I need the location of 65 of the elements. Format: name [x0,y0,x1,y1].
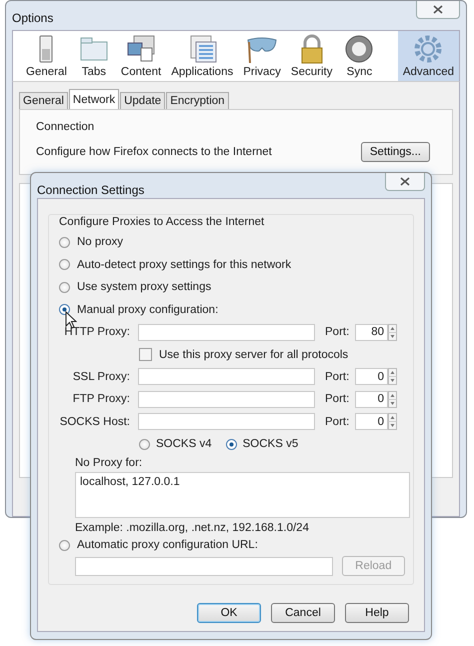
radio-option[interactable]: SOCKS v4 [139,438,212,450]
field-label: Port: [325,416,350,428]
toolbar-tab[interactable]: Content [116,31,166,81]
field-label: Port: [325,370,350,383]
tab[interactable]: Update [120,92,166,109]
help-button[interactable]: Help [345,603,409,623]
tab[interactable]: Encryption [166,92,229,109]
radio-button[interactable] [226,438,237,450]
radio-option[interactable]: Use system proxy settings [59,276,405,298]
close-button[interactable] [385,173,425,191]
field-label: SSL Proxy: [72,370,131,383]
url-field[interactable] [75,556,333,576]
input-field[interactable] [138,413,315,430]
port-field[interactable]: 0 [355,390,388,408]
radio-button[interactable] [59,304,70,316]
checkbox-option[interactable]: Use this proxy server for all protocols [59,344,405,366]
radio-button[interactable] [59,259,70,270]
field-label: SOCKS Host: [59,416,131,428]
connection-description: Configure how Firefox connects to the Internet [36,146,272,158]
dialog-title: Connection Settings [37,183,144,198]
port-field[interactable]: 80 [355,324,388,341]
radio-option[interactable]: Automatic proxy configuration URL: [59,534,405,556]
radio-button[interactable] [59,282,70,293]
spinner-icon[interactable] [388,390,397,408]
ok-button[interactable]: OK [197,603,261,623]
port-field[interactable]: 0 [355,368,388,386]
tab[interactable]: General [19,92,68,109]
example-text: Example: .mozilla.org, .net.nz, 192.168.1.0/24 [74,522,310,534]
close-icon [400,177,410,186]
field-label: No Proxy for: [74,457,144,469]
field-label: HTTP Proxy: [63,326,131,338]
spinner-icon[interactable] [388,324,397,341]
radio-option[interactable]: SOCKS v5 [226,438,298,450]
toolbar-tab[interactable]: Privacy [238,31,286,81]
spinner-icon[interactable] [388,413,397,430]
group-title: Connection [36,121,96,133]
cancel-button[interactable]: Cancel [271,603,335,623]
close-icon [433,5,443,14]
radio-button[interactable] [139,438,150,450]
radio-button[interactable] [59,540,70,550]
field-label: Port: [325,326,350,338]
input-field[interactable] [138,324,315,341]
toolbar-tab[interactable]: Sync [337,31,382,81]
input-field[interactable] [138,390,315,408]
radio-button[interactable] [59,236,70,248]
input-field[interactable] [138,368,315,386]
close-button[interactable] [416,1,460,19]
spinner-icon[interactable] [388,368,397,386]
tab[interactable]: Network [68,89,120,109]
text-area[interactable]: localhost, 127.0.0.1 [75,472,410,518]
port-field[interactable]: 0 [355,413,388,430]
cursor-icon [65,311,77,329]
toolbar-tab[interactable]: General [21,31,72,81]
settings-button[interactable]: Settings... [360,142,430,162]
toolbar-tab[interactable]: Security [286,31,338,81]
radio-option[interactable]: No proxy [59,231,405,254]
group-title: Configure Proxies to Access the Internet [59,216,266,228]
toolbar-tab[interactable]: Tabs [72,31,116,81]
checkbox[interactable] [139,348,152,361]
toolbar-tab[interactable]: Applications [166,31,238,81]
field-label: FTP Proxy: [72,393,131,406]
toolbar-tab[interactable]: Advanced [398,31,459,81]
radio-option[interactable]: Auto-detect proxy settings for this network [59,254,405,276]
field-label: Port: [325,393,350,406]
window-title: Options [12,11,54,25]
